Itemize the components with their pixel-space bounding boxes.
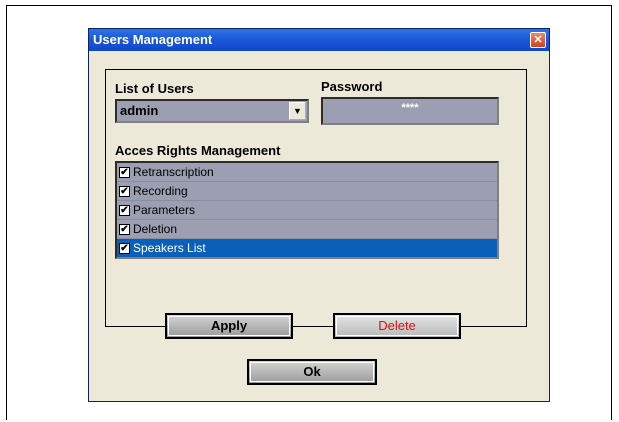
close-icon[interactable]: ✕: [530, 32, 546, 48]
access-rights-list[interactable]: ✔ Retranscription ✔ Recording ✔ Paramete…: [115, 161, 499, 259]
access-rights-label: Acces Rights Management: [115, 143, 281, 158]
title-bar[interactable]: Users Management ✕: [89, 29, 549, 51]
list-item-recording[interactable]: ✔ Recording: [117, 182, 497, 201]
list-item-deletion[interactable]: ✔ Deletion: [117, 220, 497, 239]
checkbox-speakers-list[interactable]: ✔: [119, 243, 130, 254]
list-item-label: Deletion: [133, 222, 178, 236]
list-item-speakers-list[interactable]: ✔ Speakers List: [117, 239, 497, 257]
checkbox-deletion[interactable]: ✔: [119, 224, 130, 235]
list-item-label: Speakers List: [133, 241, 206, 255]
list-of-users-label: List of Users: [115, 81, 194, 96]
users-dropdown[interactable]: admin ▼: [115, 99, 309, 123]
list-item-label: Retranscription: [133, 165, 214, 179]
password-field[interactable]: ****: [321, 97, 499, 125]
password-label: Password: [321, 79, 383, 94]
selected-user: admin: [120, 103, 159, 118]
list-item-parameters[interactable]: ✔ Parameters: [117, 201, 497, 220]
apply-button[interactable]: Apply: [165, 313, 293, 339]
users-management-dialog: Users Management ✕ List of Users admin ▼…: [88, 28, 550, 402]
checkbox-retranscription[interactable]: ✔: [119, 167, 130, 178]
chevron-down-icon[interactable]: ▼: [289, 102, 306, 120]
list-item-label: Parameters: [133, 203, 196, 217]
checkbox-recording[interactable]: ✔: [119, 186, 130, 197]
checkbox-parameters[interactable]: ✔: [119, 205, 130, 216]
list-item-label: Recording: [133, 184, 188, 198]
window-title: Users Management: [93, 32, 213, 47]
ok-button[interactable]: Ok: [247, 359, 377, 385]
list-item-retranscription[interactable]: ✔ Retranscription: [117, 163, 497, 182]
delete-button[interactable]: Delete: [333, 313, 461, 339]
